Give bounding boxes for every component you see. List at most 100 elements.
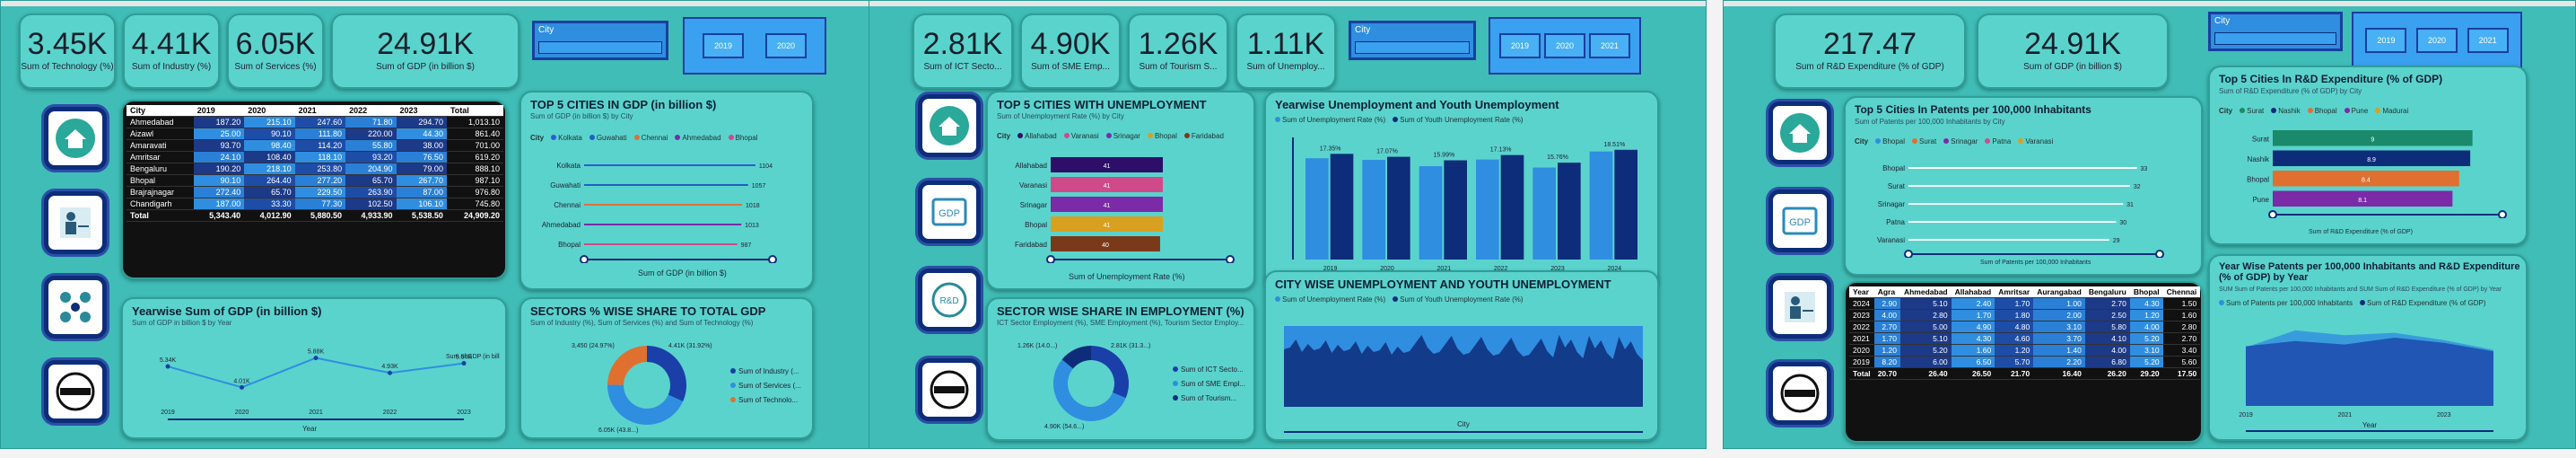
matrix-cell: 229.50	[294, 186, 346, 198]
city-slicer[interactable]: City	[1349, 21, 1476, 60]
legend-title: City	[1855, 137, 1869, 145]
slider-knob	[1046, 255, 1055, 263]
nav-seal-button[interactable]	[44, 360, 107, 423]
data-label: 41	[1104, 183, 1111, 189]
year-button-2021[interactable]: 2021	[2467, 28, 2509, 53]
network-icon	[60, 292, 91, 322]
nav-employment-button[interactable]	[44, 191, 107, 254]
nav-gdp-button[interactable]: GDP	[1768, 189, 1831, 252]
matrix-cell: 5.10	[1899, 332, 1952, 345]
nav-rnd-button[interactable]	[44, 276, 107, 339]
matrix-header[interactable]: Chennai	[2162, 286, 2201, 298]
matrix-cell: 2.20	[2033, 356, 2085, 368]
matrix-cell: 2.00	[2033, 309, 2085, 321]
matrix-header[interactable]: Allahabad	[1951, 286, 1995, 298]
legend-swatch	[589, 135, 595, 140]
nav-home-button[interactable]	[918, 94, 981, 157]
table-row[interactable]: Bhopal 90.10 264.40 277.20 65.70 267.70 987.10	[127, 174, 503, 187]
city-dropdown[interactable]	[1355, 41, 1470, 54]
table-row[interactable]: Bengaluru 190.20 218.10 253.80 204.90 79.00 88…	[127, 163, 503, 175]
nav-seal-button[interactable]	[918, 358, 981, 421]
matrix-cell: 3.70	[2033, 332, 2085, 345]
matrix-cell: 701.00	[446, 139, 503, 152]
matrix-header[interactable]: Ahmedabad	[1899, 286, 1952, 298]
data-label: 8.1	[2358, 198, 2367, 204]
bar	[1558, 163, 1581, 260]
matrix-cell: 1.20	[1873, 344, 1900, 357]
matrix-cell: 3.10	[2033, 321, 2085, 333]
city-dropdown[interactable]	[2214, 32, 2336, 45]
year-button-2020[interactable]: 2020	[2415, 28, 2458, 53]
bar-line	[584, 224, 742, 225]
svg-text:R&D: R&D	[939, 296, 958, 306]
nav-home-button[interactable]	[44, 107, 107, 170]
legend-swatch	[1875, 138, 1882, 144]
gdp-matrix-card: City 2019 2020 2021 2022 2023 Total Ahmedabad 18…	[121, 100, 507, 279]
axis-label: Year	[2362, 421, 2378, 429]
table-row[interactable]: 2020 1.20 5.20 1.60 1.20 1.40 4.00 3.10 3.40	[1849, 344, 2201, 357]
matrix-header[interactable]: Bhopal	[2129, 286, 2163, 298]
slice-label: 3,450 (24.97%)	[572, 343, 615, 349]
city-slicer[interactable]: City	[532, 21, 668, 60]
sector-employment-card: SECTOR WISE SHARE IN EMPLOYMENT (%) ICT …	[986, 297, 1255, 441]
matrix-header[interactable]: 2023	[396, 105, 447, 117]
table-row[interactable]: Ahmedabad 187.20 215.10 247.60 71.80 294.70 1,…	[127, 116, 503, 128]
data-label: 9	[2371, 137, 2374, 143]
table-row[interactable]: 2021 1.70 5.10 4.30 4.60 3.70 4.10 5.20 2.70	[1849, 332, 2201, 345]
year-button-2019[interactable]: 2019	[1499, 33, 1541, 58]
year-button-2021[interactable]: 2021	[1589, 33, 1630, 58]
bar-line	[1908, 221, 2117, 223]
nav-employment-button[interactable]	[1768, 276, 1831, 339]
data-label: 41	[1104, 163, 1111, 170]
tick-label: 2019	[2239, 412, 2253, 418]
city-dropdown[interactable]	[538, 41, 662, 54]
year-button-2019[interactable]: 2019	[2365, 28, 2407, 53]
slider-knob	[580, 255, 589, 263]
legend-label: Nashik	[2278, 107, 2301, 115]
table-row[interactable]: 2023 4.00 2.80 1.70 1.80 2.00 2.50 1.20 1.60	[1849, 309, 2201, 321]
table-row[interactable]: 2022 2.70 5.00 4.90 4.80 3.10 5.80 4.00 2.80	[1849, 321, 2201, 333]
matrix-header[interactable]: 2020	[244, 105, 295, 117]
legend-item: Surat	[1912, 137, 1936, 145]
matrix-header[interactable]: City	[127, 105, 194, 117]
nav-home-button[interactable]	[1768, 101, 1831, 164]
city-slicer[interactable]: City	[2208, 12, 2343, 51]
table-row[interactable]: Chandigarh 187.00 33.30 77.30 102.50 106.10 74…	[127, 198, 503, 210]
nav-seal-button[interactable]	[1768, 362, 1831, 425]
legend-item: Sum of Unemployment Rate (%)	[1275, 116, 1385, 124]
matrix-header[interactable]: Bengaluru	[2084, 286, 2130, 298]
legend-label: Sum of Services (...	[738, 382, 801, 390]
data-point	[240, 384, 244, 390]
nav-gdp-button[interactable]: GDP	[918, 181, 981, 243]
matrix-cell: 44.30	[396, 128, 447, 140]
kpi-services: 6.05K Sum of Services (%)	[227, 13, 324, 89]
year-button-2019[interactable]: 2019	[703, 33, 744, 58]
matrix-header[interactable]: 2022	[345, 105, 397, 117]
matrix-header[interactable]: Year	[1849, 286, 1874, 298]
matrix-header[interactable]: Amritsar	[1995, 286, 2034, 298]
matrix-cell: 1.20	[2129, 309, 2163, 321]
matrix-header[interactable]: 2021	[294, 105, 346, 117]
data-label: 33	[2141, 166, 2148, 172]
matrix-header[interactable]: Total	[446, 105, 503, 117]
table-row[interactable]: Amritsar 24.10 108.40 118.10 93.20 76.50 619.2…	[127, 151, 503, 163]
legend-swatch	[728, 135, 734, 140]
matrix-total-cell: 5,343.40	[193, 209, 245, 222]
table-row[interactable]: Brajrajnagar 272.40 65.70 229.50 263.90 87.00…	[127, 186, 503, 198]
matrix-cell: 79.00	[396, 163, 447, 175]
table-row[interactable]: Aizawl 25.00 90.10 111.80 220.00 44.30 861.40	[127, 128, 503, 140]
kpi-gdp: 24.91K Sum of GDP (in billion $)	[1977, 13, 2169, 89]
matrix-header[interactable]: Agra	[1873, 286, 1900, 298]
table-row[interactable]: 2024 2.90 5.10 2.40 1.70 1.00 2.70 4.30 1.50	[1849, 297, 2201, 310]
category-label: Pune	[2252, 196, 2269, 204]
table-row[interactable]: 2019 8.20 6.00 6.50 5.70 2.20 6.80 5.20 5.60	[1849, 356, 2201, 368]
table-row[interactable]: Amaravati 93.70 98.40 114.20 55.80 38.00 701.0…	[127, 139, 503, 152]
matrix-cell: 1.70	[1951, 309, 1995, 321]
year-button-2020[interactable]: 2020	[1544, 33, 1585, 58]
matrix-header[interactable]: Aurangabad	[2033, 286, 2085, 298]
year-button-2020[interactable]: 2020	[765, 33, 807, 58]
matrix-total-cell: 4,012.90	[244, 209, 295, 222]
matrix-header[interactable]: 2019	[193, 105, 245, 117]
matrix-total-cell: 16.40	[2033, 367, 2085, 380]
nav-rnd-button[interactable]: R&D	[918, 269, 981, 331]
